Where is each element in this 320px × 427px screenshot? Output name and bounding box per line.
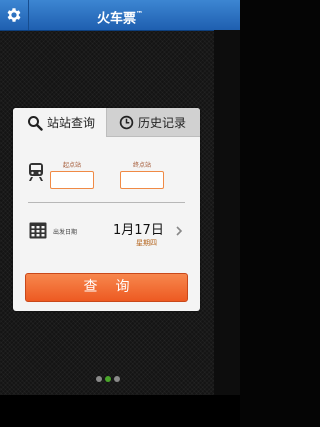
tab-label: 站站查询: [47, 116, 96, 130]
page-dot: [96, 376, 102, 382]
bottom-bar: [0, 395, 240, 427]
query-button[interactable]: 查询: [25, 273, 188, 302]
title-bar: 火车票™: [0, 0, 240, 31]
from-station-input[interactable]: [50, 171, 94, 189]
title-trademark: ™: [136, 10, 143, 18]
tab-bar: 站站查询 历史记录: [13, 108, 200, 137]
page-indicator: [96, 376, 120, 382]
clock-icon: [119, 115, 134, 129]
date-label: 出发日期: [53, 229, 78, 236]
tab-station-search[interactable]: 站站查询: [13, 108, 106, 137]
date-value[interactable]: 1月17日: [113, 219, 164, 238]
tab-label: 历史记录: [138, 115, 187, 130]
from-label: 起点站: [62, 162, 81, 169]
to-station-input[interactable]: [120, 171, 164, 189]
to-label: 终点站: [132, 162, 151, 169]
page-title: 火车票™: [0, 0, 240, 30]
search-card: 站站查询 历史记录 起点站 终点站 出发日期 1月17日 星期四 查询: [13, 108, 200, 311]
page-dot-active: [105, 376, 111, 382]
search-icon: [28, 115, 43, 131]
calendar-icon: [29, 222, 47, 239]
page-dot: [114, 376, 120, 382]
title-text: 火车票: [96, 11, 136, 27]
side-strip: [214, 30, 240, 395]
weekday-label: 星期四: [136, 239, 157, 247]
train-icon: [29, 163, 43, 181]
divider: [28, 202, 185, 203]
chevron-right-icon[interactable]: [176, 226, 183, 236]
tab-history[interactable]: 历史记录: [106, 108, 200, 137]
